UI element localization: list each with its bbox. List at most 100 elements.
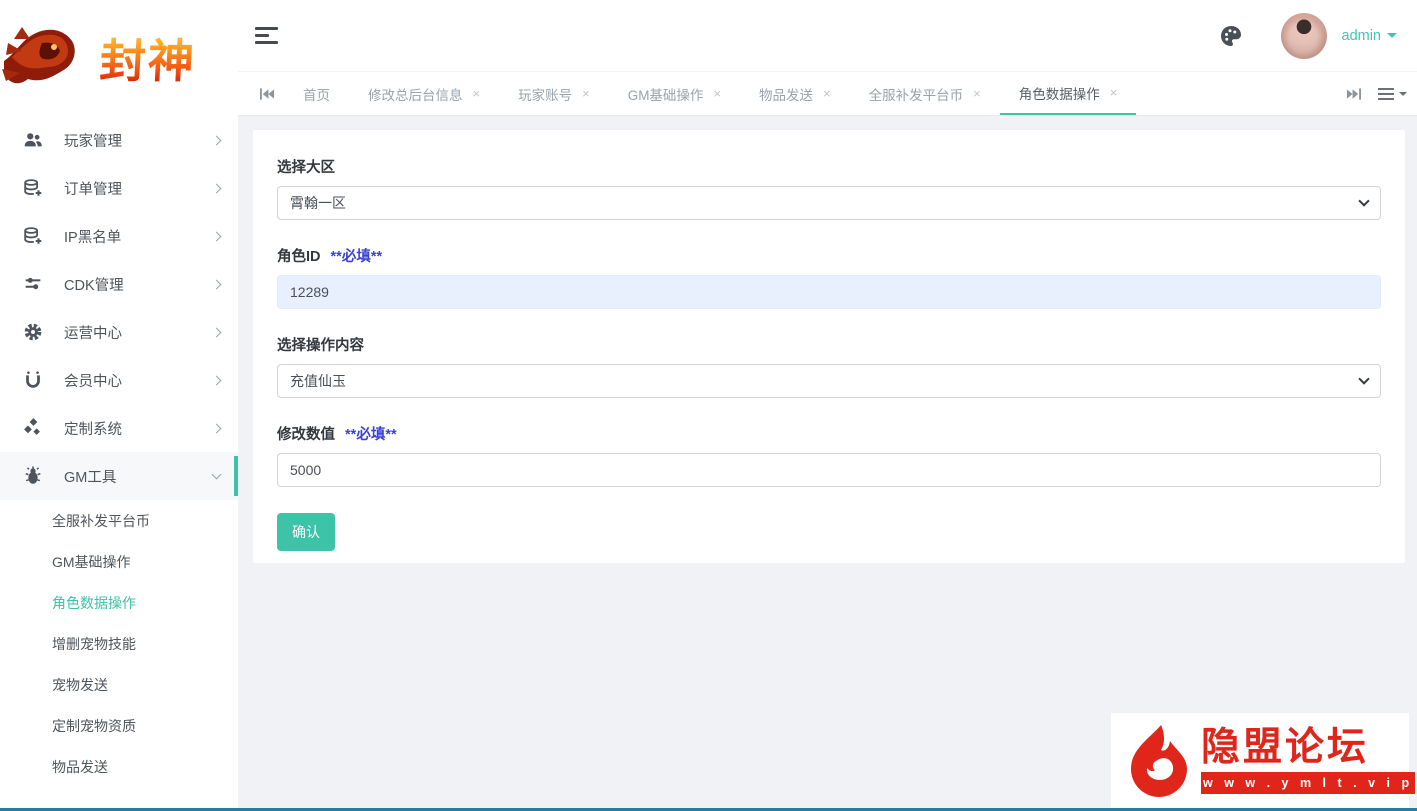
required-hint: **必填** bbox=[331, 249, 383, 265]
label-text: 角色ID bbox=[277, 249, 321, 265]
chevron-right-icon bbox=[212, 183, 222, 193]
bug-icon bbox=[22, 465, 44, 487]
submenu-item-pet-skill-edit[interactable]: 增删宠物技能 bbox=[0, 623, 238, 664]
content-area: 选择大区 霄翰一区 角色ID **必填** 选择 bbox=[238, 116, 1417, 811]
tab-label: 玩家账号 bbox=[518, 84, 572, 104]
tab-item-send[interactable]: 物品发送 × bbox=[740, 72, 850, 115]
logo-text: 封神 bbox=[98, 25, 197, 91]
caret-down-icon bbox=[1387, 33, 1397, 38]
field-operation-type: 选择操作内容 充值仙玉 bbox=[277, 334, 1381, 398]
database-plus-icon bbox=[22, 225, 44, 247]
users-icon bbox=[22, 129, 44, 151]
topbar-right: admin bbox=[1219, 13, 1398, 59]
field-label: 角色ID **必填** bbox=[277, 245, 1381, 266]
close-icon[interactable]: × bbox=[823, 87, 831, 100]
sidebar-item-gm-tools[interactable]: GM工具 bbox=[0, 452, 238, 500]
app-logo: 封神 bbox=[0, 0, 238, 116]
shapes-icon bbox=[22, 417, 44, 439]
sidebar-item-member-center[interactable]: 会员中心 bbox=[0, 356, 238, 404]
sliders-icon bbox=[22, 273, 44, 295]
tab-label: GM基础操作 bbox=[628, 84, 704, 104]
lion-logo-icon bbox=[2, 13, 98, 103]
submenu-item-character-data-ops[interactable]: 角色数据操作 bbox=[0, 582, 238, 623]
tab-scroll-left-icon[interactable] bbox=[250, 72, 284, 115]
close-icon[interactable]: × bbox=[973, 87, 981, 100]
close-icon[interactable]: × bbox=[473, 87, 481, 100]
tab-label: 物品发送 bbox=[759, 84, 813, 104]
select-value: 充值仙玉 bbox=[290, 371, 346, 391]
submenu-item-pet-aptitude[interactable]: 定制宠物资质 bbox=[0, 705, 238, 746]
field-server-zone: 选择大区 霄翰一区 bbox=[277, 156, 1381, 220]
flame-logo-icon bbox=[1123, 723, 1193, 799]
field-label: 选择大区 bbox=[277, 156, 1381, 177]
tab-label: 角色数据操作 bbox=[1019, 83, 1100, 103]
confirm-button[interactable]: 确认 bbox=[277, 513, 335, 551]
sidebar-item-player-management[interactable]: 玩家管理 bbox=[0, 116, 238, 164]
watermark-banner: 隐盟论坛 w w w . y m l t . v i p bbox=[1111, 713, 1409, 808]
tab-edit-admin-info[interactable]: 修改总后台信息 × bbox=[349, 72, 499, 115]
submenu-item-pet-send[interactable]: 宠物发送 bbox=[0, 664, 238, 705]
label-text: 修改数值 bbox=[277, 427, 335, 443]
field-label: 修改数值 **必填** bbox=[277, 423, 1381, 444]
submenu-item-gm-basic-ops[interactable]: GM基础操作 bbox=[0, 541, 238, 582]
submenu-item-platform-coin-reissue[interactable]: 全服补发平台币 bbox=[0, 500, 238, 541]
tab-home[interactable]: 首页 bbox=[284, 72, 349, 115]
tab-options-menu[interactable] bbox=[1378, 72, 1407, 115]
sidebar-item-order-management[interactable]: 订单管理 bbox=[0, 164, 238, 212]
tab-character-data-ops[interactable]: 角色数据操作 × bbox=[1000, 72, 1137, 115]
tabs: 首页 修改总后台信息 × 玩家账号 × GM基础操作 × 物品发送 × bbox=[284, 72, 1336, 115]
avatar[interactable] bbox=[1281, 13, 1327, 59]
label-text: 选择大区 bbox=[277, 160, 335, 176]
sidebar-item-label: IP黑名单 bbox=[64, 226, 213, 247]
server-zone-select[interactable]: 霄翰一区 bbox=[277, 186, 1381, 220]
sidebar-item-label: CDK管理 bbox=[64, 274, 213, 295]
tab-label: 首页 bbox=[303, 84, 330, 104]
close-icon[interactable]: × bbox=[713, 87, 721, 100]
main-area: admin 首页 修改总后台信息 × 玩家账号 × bbox=[238, 0, 1417, 811]
tab-scroll-right-icon[interactable] bbox=[1336, 72, 1370, 115]
tab-label: 修改总后台信息 bbox=[368, 84, 463, 104]
sidebar-toggle-icon[interactable] bbox=[255, 27, 279, 44]
required-hint: **必填** bbox=[345, 427, 397, 443]
sidebar-item-custom-system[interactable]: 定制系统 bbox=[0, 404, 238, 452]
field-label: 选择操作内容 bbox=[277, 334, 1381, 355]
chevron-down-icon bbox=[1358, 373, 1369, 384]
user-menu[interactable]: admin bbox=[1342, 28, 1398, 44]
tab-player-account[interactable]: 玩家账号 × bbox=[499, 72, 609, 115]
theme-palette-icon[interactable] bbox=[1219, 24, 1243, 48]
form-card: 选择大区 霄翰一区 角色ID **必填** 选择 bbox=[253, 130, 1405, 563]
caret-down-icon bbox=[1399, 92, 1407, 96]
label-text: 选择操作内容 bbox=[277, 338, 364, 354]
operation-type-select[interactable]: 充值仙玉 bbox=[277, 364, 1381, 398]
field-modify-value: 修改数值 **必填** bbox=[277, 423, 1381, 487]
sidebar-item-cdk-management[interactable]: CDK管理 bbox=[0, 260, 238, 308]
database-plus-icon bbox=[22, 177, 44, 199]
chevron-right-icon bbox=[212, 375, 222, 385]
sidebar-item-label: 定制系统 bbox=[64, 418, 213, 439]
close-icon[interactable]: × bbox=[582, 87, 590, 100]
character-id-input[interactable] bbox=[277, 275, 1381, 309]
tab-bar: 首页 修改总后台信息 × 玩家账号 × GM基础操作 × 物品发送 × bbox=[238, 72, 1417, 116]
chevron-down-icon bbox=[1358, 195, 1369, 206]
tab-platform-coin-reissue[interactable]: 全服补发平台币 × bbox=[850, 72, 1000, 115]
modify-value-input[interactable] bbox=[277, 453, 1381, 487]
chevron-right-icon bbox=[212, 423, 222, 433]
chevron-down-icon bbox=[212, 470, 222, 480]
sidebar-item-ip-blacklist[interactable]: IP黑名单 bbox=[0, 212, 238, 260]
watermark-text: 隐盟论坛 w w w . y m l t . v i p bbox=[1201, 727, 1415, 795]
sidebar: 封神 玩家管理 订单管理 IP黑名单 bbox=[0, 0, 238, 811]
username: admin bbox=[1342, 28, 1382, 44]
topbar: admin bbox=[238, 0, 1417, 72]
close-icon[interactable]: × bbox=[1110, 86, 1118, 99]
chevron-right-icon bbox=[212, 231, 222, 241]
gear-icon bbox=[22, 321, 44, 343]
chevron-right-icon bbox=[212, 279, 222, 289]
chevron-right-icon bbox=[212, 135, 222, 145]
sidebar-item-operations-center[interactable]: 运营中心 bbox=[0, 308, 238, 356]
tab-label: 全服补发平台币 bbox=[869, 84, 964, 104]
chevron-right-icon bbox=[212, 327, 222, 337]
submenu-item-item-send[interactable]: 物品发送 bbox=[0, 746, 238, 787]
tab-gm-basic-ops[interactable]: GM基础操作 × bbox=[609, 72, 740, 115]
sidebar-item-label: 订单管理 bbox=[64, 178, 213, 199]
sidebar-item-label: 会员中心 bbox=[64, 370, 213, 391]
